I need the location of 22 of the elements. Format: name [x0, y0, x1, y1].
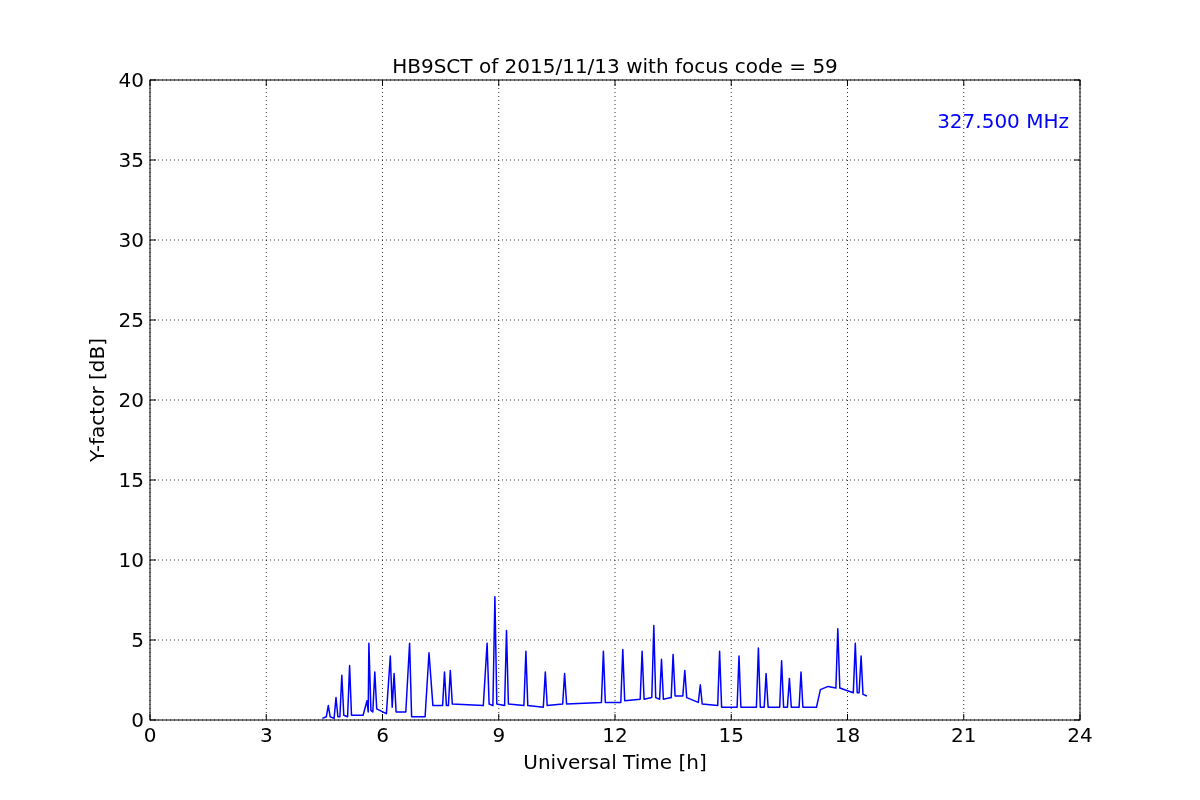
y-axis-label: Y-factor [dB]: [85, 338, 109, 462]
tick-label: 0: [143, 723, 157, 747]
tick-label: 35: [118, 148, 144, 172]
x-axis-label: Universal Time [h]: [523, 750, 707, 774]
tick-label: 20: [118, 388, 144, 412]
tick-label: 15: [718, 723, 744, 747]
tick-label: 6: [376, 723, 389, 747]
tick-label: 10: [118, 548, 144, 572]
tick-label: 3: [259, 723, 273, 747]
tick-label: 15: [118, 468, 144, 492]
tick-label: 0: [131, 708, 144, 732]
tick-label: 9: [492, 723, 506, 747]
tick-label: 25: [118, 308, 144, 332]
tick-label: 24: [1067, 723, 1093, 747]
tick-label: 12: [602, 723, 628, 747]
tick-label: 18: [834, 723, 861, 747]
chart-title: HB9SCT of 2015/11/13 with focus code = 59: [392, 54, 838, 78]
series-label: 327.500 MHz: [937, 109, 1069, 133]
tick-label: 21: [951, 723, 977, 747]
tick-label: 40: [118, 68, 144, 92]
tick-label: 30: [118, 228, 144, 252]
tick-label: 5: [131, 628, 144, 652]
